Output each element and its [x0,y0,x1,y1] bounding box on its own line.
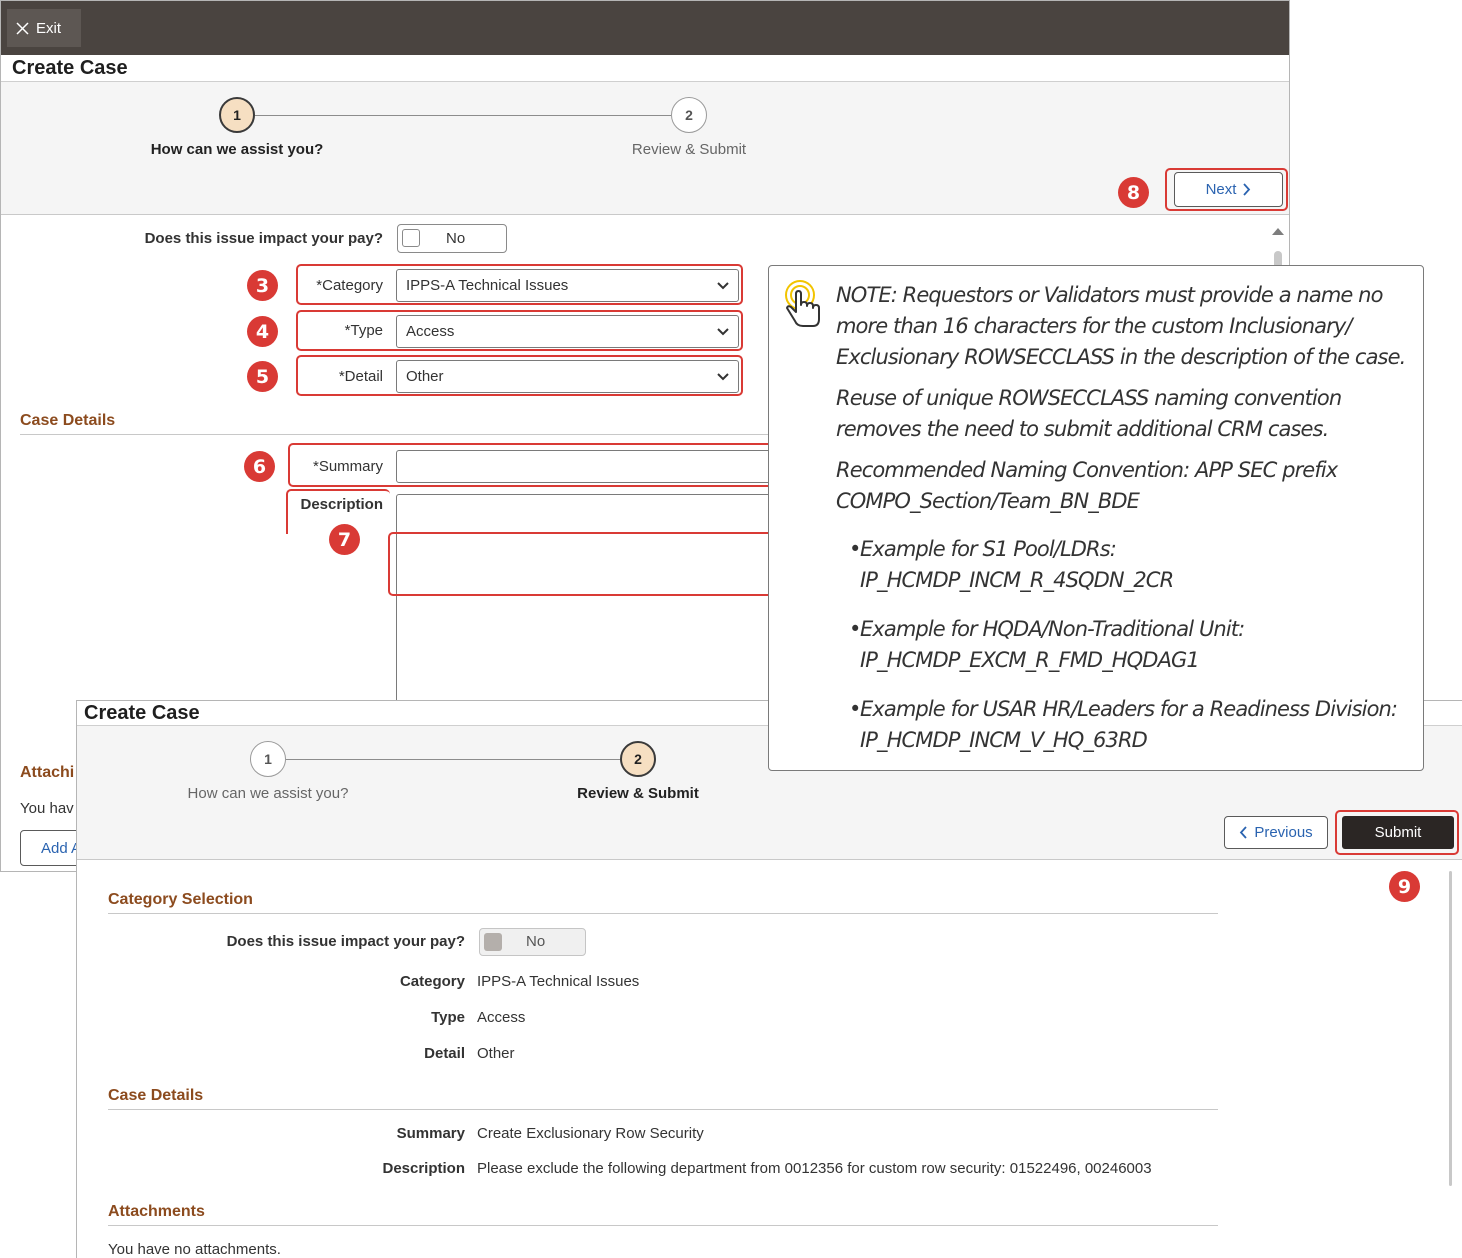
example-1-title: Example for S1 Pool/LDRs: [860,537,1117,561]
section-divider [108,1225,1218,1226]
step-2-label: Review & Submit [577,785,699,802]
scrollbar[interactable] [1449,871,1452,1186]
example-2-value: IP_HCMDP_EXCM_R_FMD_HQDAG1 [860,648,1200,672]
annotation-box-submit [1335,810,1459,855]
case-details-title: Case Details [20,412,116,429]
description-label: Description [382,1160,465,1177]
note-bullet: • [849,537,861,561]
pay-impact-toggle: No [479,928,586,956]
note-line-3: Exclusionary ROWSECCLASS in the descript… [836,345,1406,369]
case-details-title: Case Details [108,1087,204,1104]
category-label: Category [399,973,465,990]
note-line-7: COMPO_Section/Team_BN_BDE [836,489,1140,513]
step-connector [286,759,620,760]
summary-label: Summary [396,1125,465,1142]
close-icon [16,21,29,35]
pay-question-label: Does this issue impact your pay? [144,230,383,247]
detail-value: Other [477,1045,515,1062]
page-title: Create Case [84,702,200,724]
step-2-label: Review & Submit [631,141,747,158]
scroll-up-arrow-icon[interactable] [1272,228,1284,235]
annotation-badge-8: 8 [1118,177,1149,208]
example-3-title: Example for USAR HR/Leaders for a Readin… [860,697,1398,721]
step-1-circle: 1 [219,97,255,133]
annotation-badge-3: 3 [247,270,278,301]
top-bar: Exit [1,1,1289,55]
page-title: Create Case [12,57,128,79]
step-header: 1 2 How can we assist you? Review & Subm… [1,81,1289,215]
step-1-label: How can we assist you? [150,141,324,158]
annotation-box-type [296,310,743,351]
previous-label: Previous [1254,824,1313,841]
chevron-left-icon [1240,826,1247,839]
annotation-badge-5: 5 [247,361,278,392]
exit-label: Exit [36,19,62,37]
annotation-box-next [1165,168,1288,211]
note-line-2: more than 16 characters for the custom I… [836,314,1352,338]
type-label: Type [431,1009,465,1026]
detail-label: Detail [424,1045,465,1062]
step-1-circle: 1 [250,741,286,777]
no-attachments-partial: You hav [20,800,74,817]
note-bullet: • [849,697,861,721]
create-case-review-window: Create Case 1 2 How can we assist you? R… [76,700,1462,1258]
description-value: Please exclude the following department … [477,1160,1152,1177]
annotation-badge-6: 6 [244,451,275,482]
step-2-circle: 2 [671,97,707,133]
annotation-box-category [296,264,743,305]
previous-button[interactable]: Previous [1224,816,1328,849]
example-2-title: Example for HQDA/Non-Traditional Unit: [860,617,1245,641]
section-divider [108,1109,1218,1110]
category-value: IPPS-A Technical Issues [477,973,640,990]
attachments-title: Attachments [108,1203,205,1220]
annotation-badge-9: 9 [1389,871,1420,902]
summary-value: Create Exclusionary Row Security [477,1125,704,1142]
annotation-badge-4: 4 [247,316,278,347]
category-selection-title: Category Selection [108,891,253,908]
note-line-5: removes the need to submit additional CR… [836,417,1329,441]
no-attachments-text: You have no attachments. [108,1241,281,1258]
note-line-4: Reuse of unique ROWSECCLASS naming conve… [836,386,1342,410]
note-bullet: • [849,617,861,641]
step-connector [255,115,671,116]
section-divider [108,913,1218,914]
annotation-badge-7: 7 [329,524,360,555]
step-1-label: How can we assist you? [187,785,349,802]
pay-question-label: Does this issue impact your pay? [226,933,465,950]
step-2-circle: 2 [620,741,656,777]
pay-impact-value: No [446,230,466,247]
toggle-knob [484,933,502,951]
note-line-1: NOTE: Requestors or Validators must prov… [836,283,1383,307]
example-1-value: IP_HCMDP_INCM_R_4SQDN_2CR [860,568,1174,592]
exit-button[interactable]: Exit [7,9,81,47]
type-value: Access [477,1009,526,1026]
note-line-6: Recommended Naming Convention: APP SEC p… [836,458,1338,482]
example-3-value: IP_HCMDP_INCM_V_HQ_63RD [860,728,1148,752]
annotation-box-detail [296,355,743,396]
note-callout: NOTE: Requestors or Validators must prov… [768,265,1424,771]
pay-impact-value: No [526,933,546,950]
toggle-knob [402,229,420,247]
pointing-hand-icon [785,280,820,327]
attachments-title-partial: Attachi [20,764,75,781]
pay-impact-toggle[interactable]: No [397,224,507,253]
